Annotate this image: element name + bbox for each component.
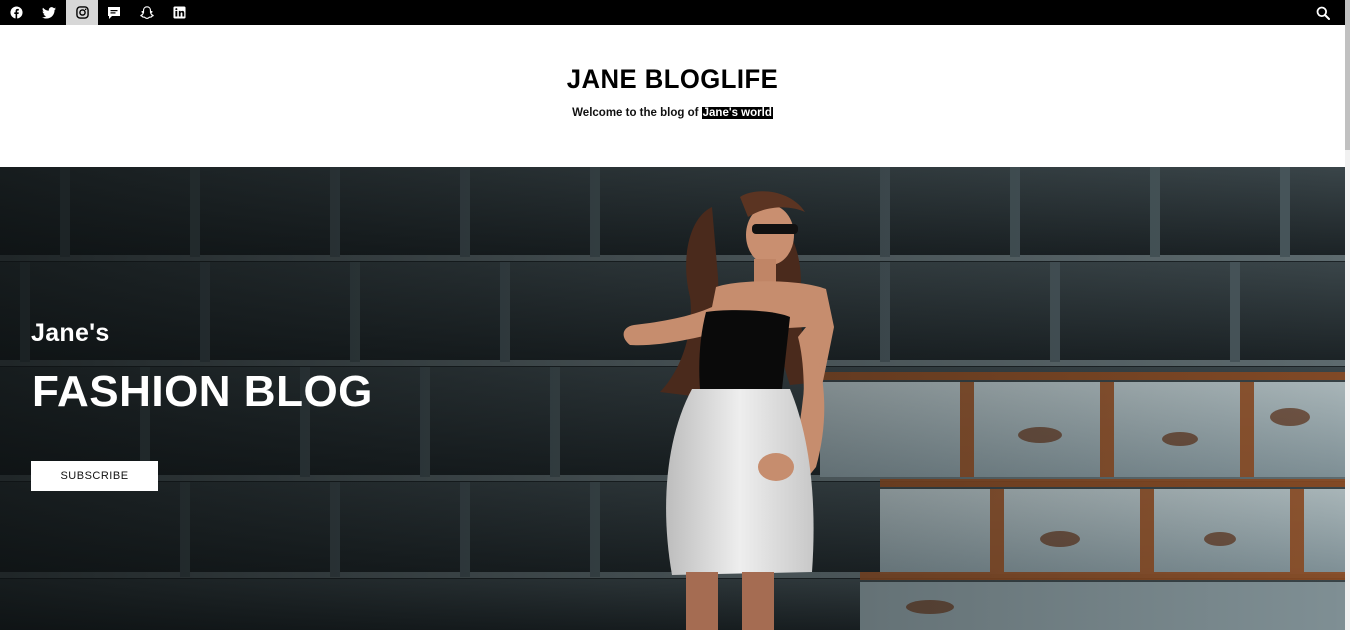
tagline-text: Welcome to the blog of xyxy=(572,107,702,119)
scrollbar-thumb[interactable] xyxy=(1345,0,1350,150)
linkedin-icon[interactable] xyxy=(163,0,195,25)
page-scrollbar[interactable] xyxy=(1345,0,1350,630)
site-title[interactable]: JANE BLOGLIFE xyxy=(34,64,1312,95)
tagline-highlight: Jane's world xyxy=(701,107,773,119)
hero-title: FASHION BLOG xyxy=(32,367,373,416)
hero-banner: Jane's FASHION BLOG SUBSCRIBE xyxy=(0,167,1345,630)
site-header: JANE BLOGLIFE Welcome to the blog of Jan… xyxy=(0,25,1345,167)
twitter-icon[interactable] xyxy=(33,0,65,25)
snapchat-icon[interactable] xyxy=(131,0,163,25)
chat-icon[interactable] xyxy=(98,0,130,25)
top-bar xyxy=(0,0,1345,25)
instagram-icon[interactable] xyxy=(66,0,98,25)
page: JANE BLOGLIFE Welcome to the blog of Jan… xyxy=(0,0,1350,630)
site-tagline: Welcome to the blog of Jane's world xyxy=(0,107,1345,119)
facebook-icon[interactable] xyxy=(0,0,32,25)
search-icon[interactable] xyxy=(1312,0,1334,25)
hero-kicker: Jane's xyxy=(31,319,110,347)
subscribe-button[interactable]: SUBSCRIBE xyxy=(31,461,158,491)
